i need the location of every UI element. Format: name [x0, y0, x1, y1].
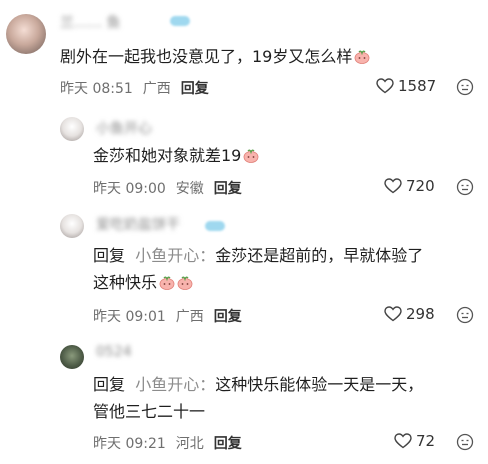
- heart-outline-icon: [394, 433, 412, 449]
- like-button[interactable]: 72: [394, 432, 435, 450]
- comment-body-line1: 金莎还是超前的，早就体验了: [215, 246, 424, 265]
- peach-emoji-icon: [159, 276, 175, 290]
- like-count: 72: [416, 432, 436, 450]
- timestamp: 昨天 08:51: [60, 81, 133, 97]
- comment-body-line2: 管他三七二十一: [93, 402, 206, 421]
- comment-body-line2: 这种快乐: [93, 273, 158, 292]
- like-button[interactable]: 1587: [376, 77, 436, 95]
- username[interactable]: 爱吃奶盐饼干: [96, 214, 180, 234]
- username[interactable]: 0524: [96, 344, 132, 360]
- comment-body: 金莎和她对象就差19: [93, 146, 242, 165]
- more-face-icon[interactable]: [456, 306, 474, 324]
- comment-text-line2: 这种快乐: [93, 270, 193, 296]
- avatar[interactable]: [60, 345, 84, 369]
- like-count: 298: [406, 305, 435, 323]
- username[interactable]: 小鱼开心: [96, 118, 152, 138]
- timestamp: 昨天 09:01: [93, 309, 166, 325]
- reply-button[interactable]: 回复: [214, 181, 242, 197]
- username[interactable]: 兰…… 鱼: [60, 12, 120, 32]
- comment-body: 剧外在一起我也没意见了，19岁又怎么样: [60, 47, 353, 66]
- comment-meta: 昨天 09:00 安徽 回复: [93, 178, 252, 198]
- like-count: 720: [406, 177, 435, 195]
- more-face-icon[interactable]: [456, 78, 474, 96]
- avatar[interactable]: [60, 117, 84, 141]
- like-button[interactable]: 720: [384, 177, 435, 195]
- user-badge-icon: [170, 16, 190, 26]
- more-face-icon[interactable]: [456, 178, 474, 196]
- avatar[interactable]: [6, 14, 46, 54]
- timestamp: 昨天 09:21: [93, 436, 166, 452]
- user-badge-icon: [205, 221, 225, 231]
- peach-emoji-icon: [354, 50, 370, 64]
- location: 广西: [175, 309, 204, 325]
- location: 广西: [142, 81, 171, 97]
- timestamp: 昨天 09:00: [93, 181, 166, 197]
- comment-meta: 昨天 09:01 广西 回复: [93, 306, 252, 326]
- avatar[interactable]: [60, 214, 84, 238]
- peach-emoji-icon: [243, 149, 259, 163]
- comment-meta: 昨天 08:51 广西 回复: [60, 78, 219, 98]
- like-button[interactable]: 298: [384, 305, 435, 323]
- reply-prefix: 回复: [93, 246, 126, 265]
- heart-outline-icon: [376, 78, 394, 94]
- reply-target-user[interactable]: 小鱼开心：: [135, 246, 215, 265]
- comment-text: 回复 小鱼开心：这种快乐能体验一天是一天，: [93, 372, 423, 398]
- reply-button[interactable]: 回复: [181, 81, 209, 97]
- heart-outline-icon: [384, 178, 402, 194]
- comment-meta: 昨天 09:21 河北 回复: [93, 433, 252, 453]
- location: 河北: [175, 436, 204, 452]
- heart-outline-icon: [384, 306, 402, 322]
- comment-body-line1: 这种快乐能体验一天是一天，: [215, 375, 424, 394]
- comment-text: 金莎和她对象就差19: [93, 143, 259, 169]
- peach-emoji-icon: [177, 276, 193, 290]
- comment-text: 剧外在一起我也没意见了，19岁又怎么样: [60, 44, 370, 70]
- more-face-icon[interactable]: [456, 433, 474, 451]
- reply-button[interactable]: 回复: [214, 309, 242, 325]
- like-count: 1587: [398, 77, 437, 95]
- comment-text: 回复 小鱼开心：金莎还是超前的，早就体验了: [93, 243, 423, 269]
- location: 安徽: [175, 181, 204, 197]
- reply-button[interactable]: 回复: [214, 436, 242, 452]
- comment-text-line2: 管他三七二十一: [93, 399, 205, 425]
- reply-prefix: 回复: [93, 375, 126, 394]
- reply-target-user[interactable]: 小鱼开心：: [135, 375, 215, 394]
